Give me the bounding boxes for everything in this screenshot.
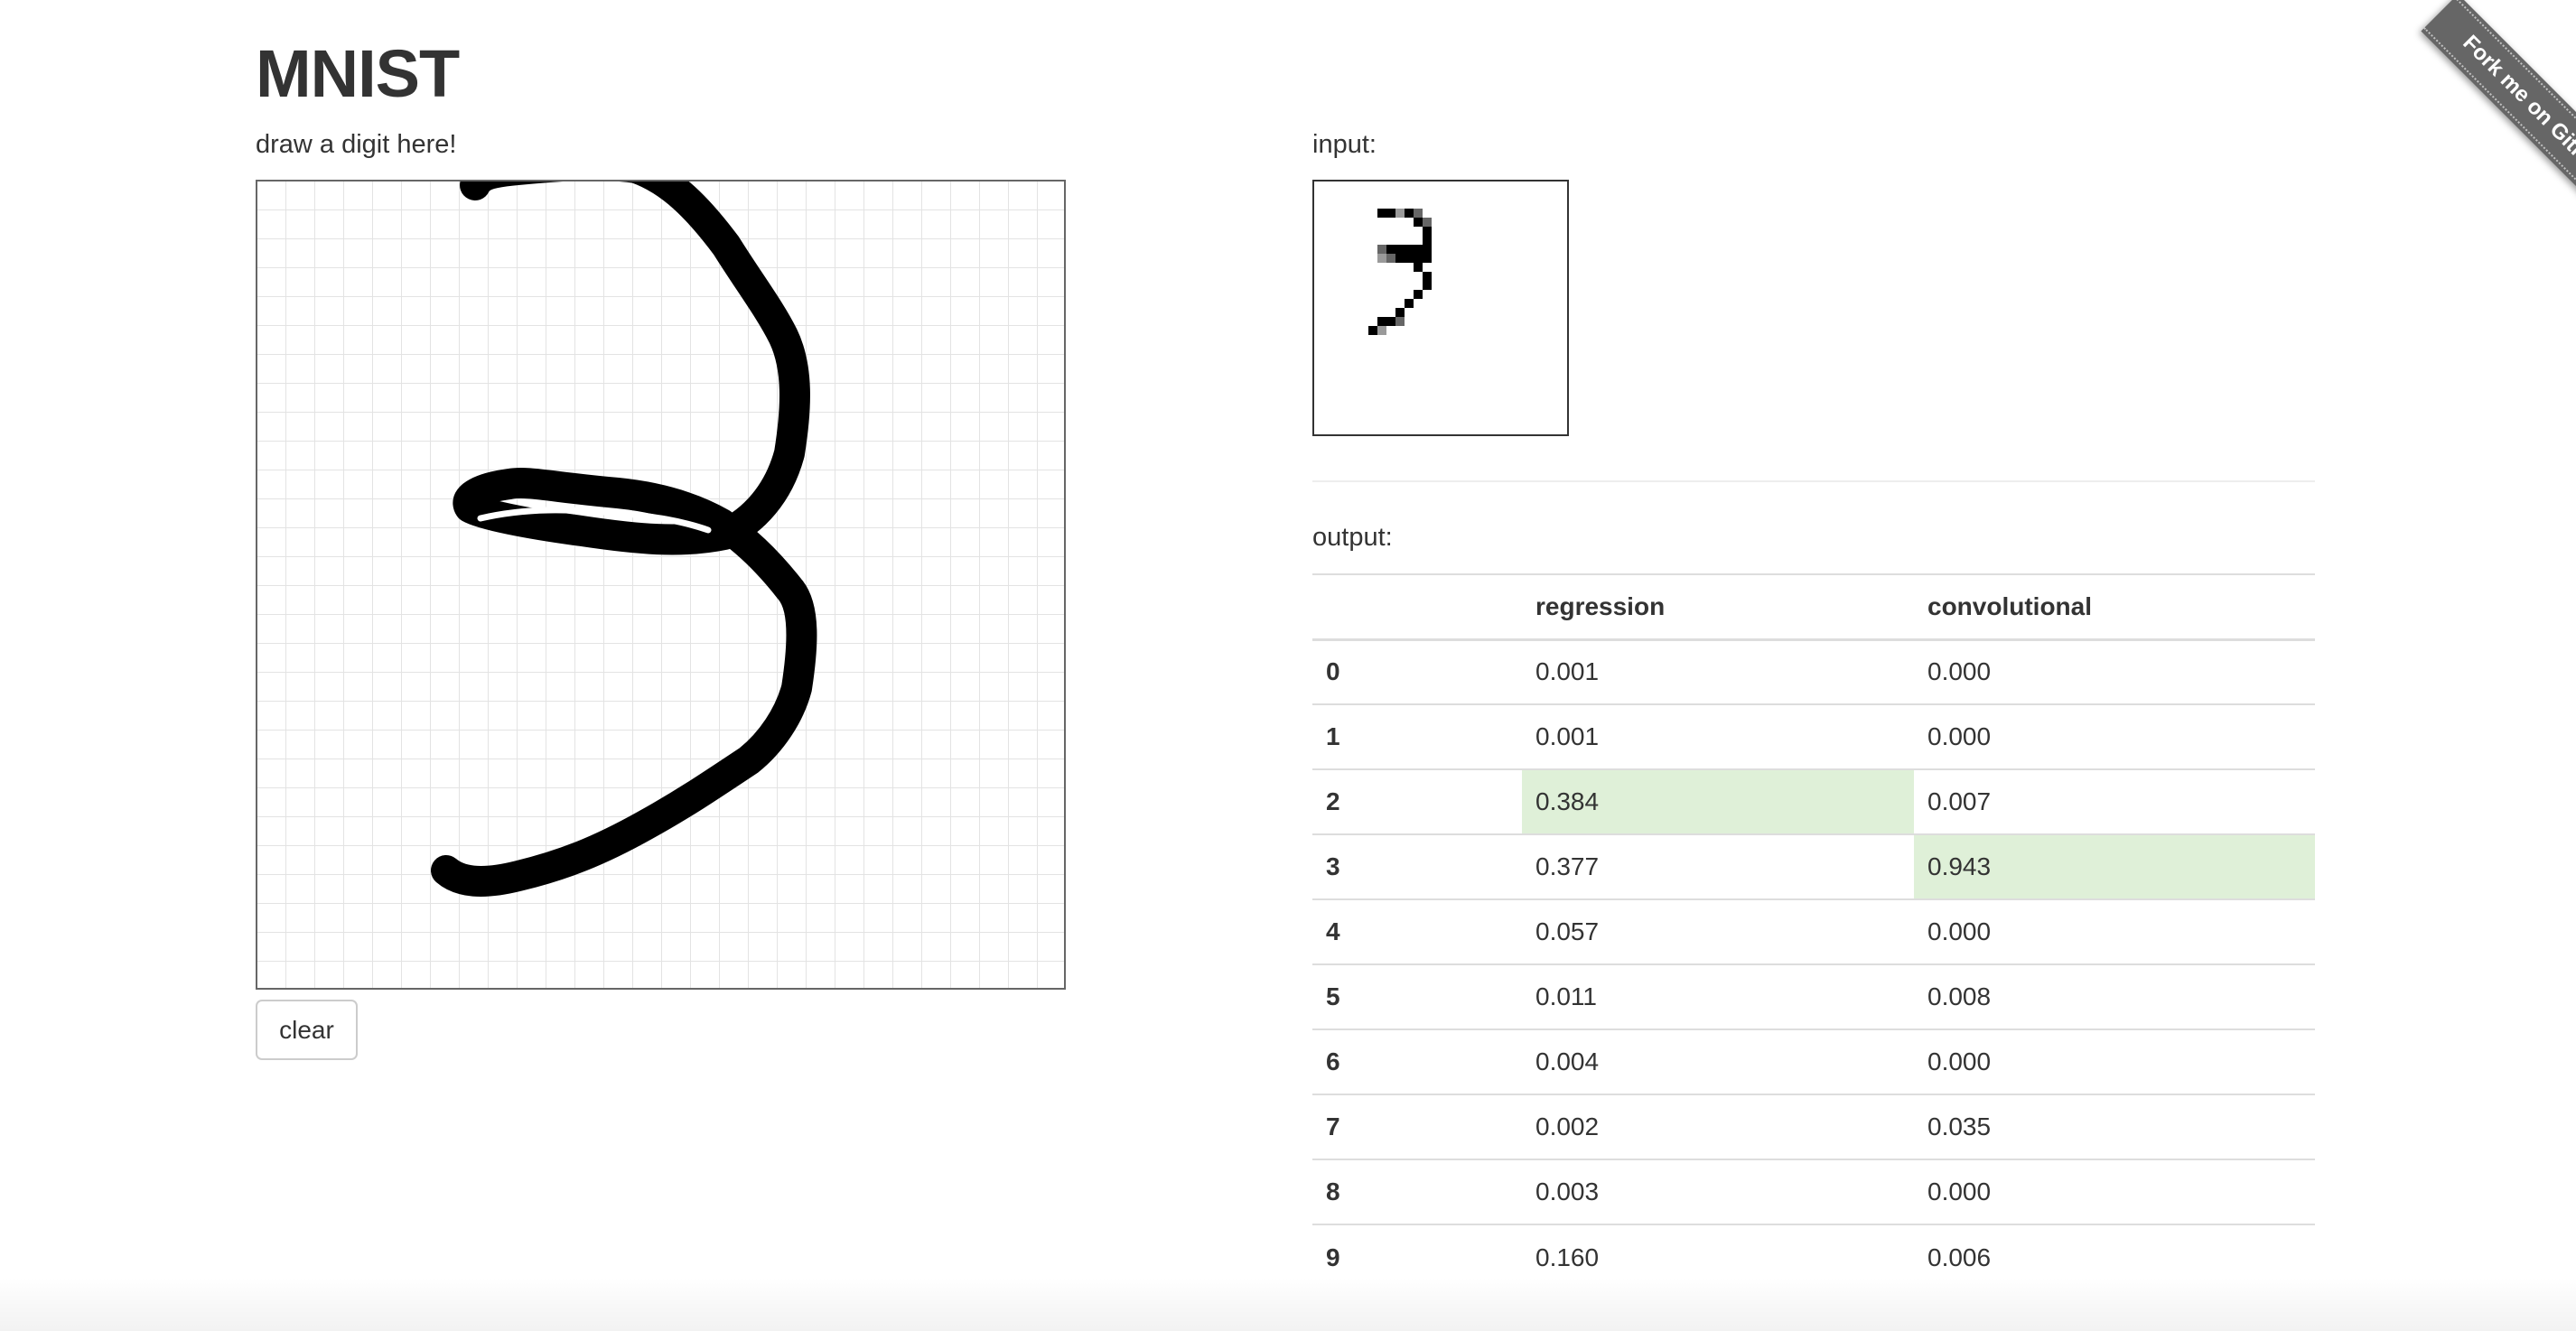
table-row: 0 0.001 0.000: [1312, 638, 2315, 704]
regression-value: 0.003: [1522, 1159, 1914, 1224]
preview-pixel: [1395, 209, 1405, 218]
table-row: 6 0.004 0.000: [1312, 1028, 2315, 1094]
preview-pixel: [1377, 326, 1386, 335]
preview-pixel: [1423, 236, 1432, 245]
column-header-regression: regression: [1522, 573, 1914, 641]
preview-pixel: [1377, 209, 1386, 218]
preview-pixel: [1423, 245, 1432, 254]
table-row: 7 0.002 0.035: [1312, 1094, 2315, 1159]
preview-pixel: [1386, 317, 1395, 326]
convolutional-value: 0.000: [1914, 898, 2315, 964]
preview-pixel: [1414, 209, 1423, 218]
regression-value: 0.011: [1522, 963, 1914, 1029]
output-table: regression convolutional 0 0.001 0.000 1…: [1312, 573, 2315, 1289]
regression-value: 0.002: [1522, 1094, 1914, 1159]
table-row: 2 0.384 0.007: [1312, 768, 2315, 834]
preview-pixel: [1377, 254, 1386, 263]
preview-pixel: [1423, 281, 1432, 290]
row-digit: 6: [1312, 1028, 1522, 1094]
preview-pixel: [1414, 254, 1423, 263]
regression-value-highlighted: 0.384: [1522, 768, 1914, 834]
preview-pixel: [1395, 245, 1405, 254]
fork-on-github-link[interactable]: Fork me on GitHub: [2421, 0, 2576, 223]
handwritten-stroke: [431, 182, 817, 897]
drawing-canvas[interactable]: [256, 180, 1066, 990]
convolutional-value: 0.006: [1914, 1224, 2315, 1289]
clear-button[interactable]: clear: [256, 1000, 358, 1060]
row-digit: 7: [1312, 1094, 1522, 1159]
table-header-row: regression convolutional: [1312, 573, 2315, 641]
row-digit: 5: [1312, 963, 1522, 1029]
preview-pixel: [1405, 245, 1414, 254]
regression-value: 0.004: [1522, 1028, 1914, 1094]
row-digit: 2: [1312, 768, 1522, 834]
regression-value: 0.001: [1522, 638, 1914, 704]
table-row: 5 0.011 0.008: [1312, 963, 2315, 1029]
github-ribbon: Fork me on GitHub: [2337, 0, 2576, 239]
preview-pixel: [1405, 209, 1414, 218]
convolutional-value: 0.008: [1914, 963, 2315, 1029]
row-digit: 4: [1312, 898, 1522, 964]
digit-preview-image: [1368, 209, 1432, 335]
row-digit: 3: [1312, 833, 1522, 899]
column-header-convolutional: convolutional: [1914, 573, 2315, 641]
preview-pixel: [1395, 308, 1405, 317]
page-title: MNIST: [256, 36, 460, 111]
convolutional-value: 0.000: [1914, 638, 2315, 704]
preview-pixel: [1377, 317, 1386, 326]
table-row: 8 0.003 0.000: [1312, 1159, 2315, 1224]
row-digit: 1: [1312, 703, 1522, 769]
column-header-digit: [1312, 573, 1522, 641]
preview-pixel: [1414, 290, 1423, 299]
regression-value: 0.377: [1522, 833, 1914, 899]
preview-pixel: [1395, 254, 1405, 263]
convolutional-value-highlighted: 0.943: [1914, 833, 2315, 899]
convolutional-value: 0.035: [1914, 1094, 2315, 1159]
preview-pixel: [1423, 227, 1432, 236]
row-digit: 8: [1312, 1159, 1522, 1224]
preview-pixel: [1414, 245, 1423, 254]
convolutional-value: 0.000: [1914, 1028, 2315, 1094]
preview-pixel: [1386, 245, 1395, 254]
convolutional-value: 0.000: [1914, 703, 2315, 769]
preview-pixel: [1377, 245, 1386, 254]
regression-value: 0.001: [1522, 703, 1914, 769]
section-divider: [1312, 480, 2315, 482]
preview-pixel: [1414, 218, 1423, 227]
preview-pixel: [1423, 272, 1432, 281]
row-digit: 0: [1312, 638, 1522, 704]
convolutional-value: 0.007: [1914, 768, 2315, 834]
preview-pixel: [1386, 209, 1395, 218]
preview-pixel: [1386, 254, 1395, 263]
preview-pixel: [1423, 254, 1432, 263]
preview-pixel: [1405, 299, 1414, 308]
regression-value: 0.160: [1522, 1224, 1914, 1289]
preview-pixel: [1414, 263, 1423, 272]
row-digit: 9: [1312, 1224, 1522, 1289]
input-label: input:: [1312, 130, 1377, 159]
preview-pixel: [1405, 254, 1414, 263]
preview-pixel: [1368, 326, 1377, 335]
table-row: 1 0.001 0.000: [1312, 703, 2315, 769]
table-row: 4 0.057 0.000: [1312, 898, 2315, 964]
table-row: 9 0.160 0.006: [1312, 1224, 2315, 1289]
preview-pixel: [1423, 218, 1432, 227]
preview-pixel: [1395, 317, 1405, 326]
input-preview: [1312, 180, 1569, 436]
output-label: output:: [1312, 523, 1393, 552]
table-row: 3 0.377 0.943: [1312, 833, 2315, 899]
draw-label: draw a digit here!: [256, 130, 457, 159]
convolutional-value: 0.000: [1914, 1159, 2315, 1224]
regression-value: 0.057: [1522, 898, 1914, 964]
